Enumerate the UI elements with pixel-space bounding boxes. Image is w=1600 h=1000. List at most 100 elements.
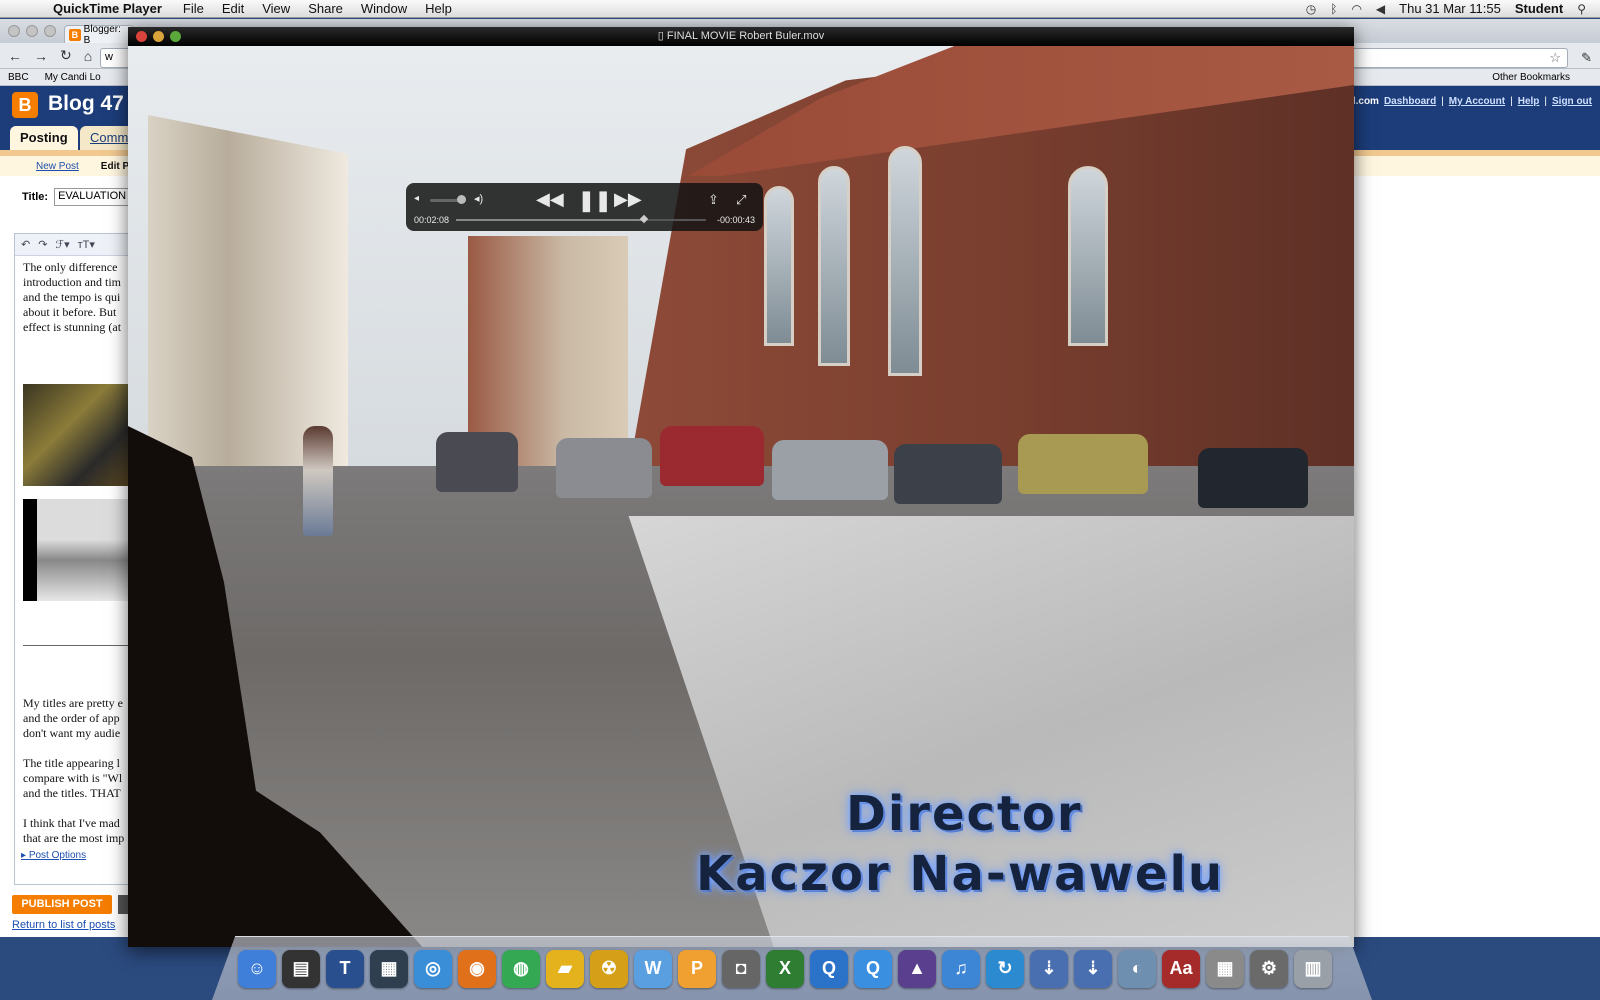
- dashboard-link[interactable]: Dashboard: [1384, 96, 1436, 107]
- help-link[interactable]: Help: [1518, 96, 1540, 107]
- zoom-button[interactable]: [44, 25, 56, 37]
- wrench-icon[interactable]: ✎: [1581, 50, 1592, 66]
- dock-system-prefs-icon[interactable]: ⚙: [1250, 949, 1288, 988]
- volume-knob[interactable]: [456, 195, 466, 204]
- post-options-label: Post Options: [28, 850, 87, 861]
- minimize-button[interactable]: [153, 31, 164, 42]
- close-button[interactable]: [136, 31, 147, 42]
- reload-icon[interactable]: ↻: [60, 47, 72, 64]
- editor-paragraph-1[interactable]: The only difference introduction and tim…: [15, 256, 133, 339]
- dock-w-app-icon[interactable]: W: [634, 949, 672, 988]
- dock-trash-icon[interactable]: ▥: [1294, 949, 1332, 988]
- dock-chrome-icon[interactable]: ◍: [502, 949, 540, 988]
- post-title-input[interactable]: EVALUATION: [54, 188, 135, 206]
- volume-low-icon[interactable]: ◂: [414, 193, 419, 204]
- zoom-button[interactable]: [170, 31, 181, 42]
- embedded-image-1[interactable]: [23, 384, 135, 486]
- separator: |: [1544, 96, 1547, 107]
- dock: ☺ ▤ T ▦ ◎ ◉ ◍ ▰ ☢ W P ◘ X Q Q ▲ ♫ ↻ ⇣ ⇣ ◐ Aa ▦ ⚙ ▥: [212, 936, 1372, 1000]
- blogger-logo-icon[interactable]: B: [12, 92, 38, 118]
- dock-firefox-icon[interactable]: ◉: [458, 949, 496, 988]
- bookmark-bbc[interactable]: BBC: [8, 72, 29, 83]
- dock-quicktime-x-app-icon[interactable]: Q: [854, 949, 892, 988]
- text-line: that are the most imp: [23, 831, 125, 845]
- font-icon[interactable]: ℱ▾: [55, 238, 69, 251]
- menu-help[interactable]: Help: [416, 1, 461, 16]
- dock-film-app-icon[interactable]: ▦: [370, 949, 408, 988]
- new-post-link[interactable]: New Post: [36, 161, 79, 172]
- menu-share[interactable]: Share: [299, 1, 352, 16]
- tab-posting[interactable]: Posting: [10, 126, 78, 150]
- clock[interactable]: Thu 31 Mar 11:55: [1399, 1, 1501, 16]
- volume-icon[interactable]: ◀: [1376, 2, 1385, 16]
- dock-x-app-icon[interactable]: X: [766, 949, 804, 988]
- dock-text-app-icon[interactable]: T: [326, 949, 364, 988]
- back-icon[interactable]: ←: [8, 48, 22, 64]
- share-icon[interactable]: ⇪: [708, 192, 719, 208]
- time-machine-icon[interactable]: ◷: [1306, 2, 1316, 16]
- sign-out-link[interactable]: Sign out: [1552, 96, 1592, 107]
- home-icon[interactable]: ⌂: [84, 48, 92, 64]
- tab-blogger[interactable]: B Blogger: B: [64, 24, 134, 46]
- menu-edit[interactable]: Edit: [213, 1, 253, 16]
- dock-quicktime-app-icon[interactable]: Q: [810, 949, 848, 988]
- menu-file[interactable]: File: [174, 1, 213, 16]
- volume-high-icon[interactable]: ◂): [474, 192, 483, 205]
- text-line: introduction and tim: [23, 275, 121, 289]
- embedded-image-2[interactable]: [23, 499, 135, 601]
- dock-preview-icon[interactable]: ◐: [1118, 949, 1156, 988]
- dock-dictionary-icon[interactable]: Aa: [1162, 949, 1200, 988]
- bookmark-candi[interactable]: My Candi Lo: [45, 72, 101, 83]
- dock-documents-icon[interactable]: ⇣: [1074, 949, 1112, 988]
- quicktime-titlebar[interactable]: ▯ FINAL MOVIE Robert Buler.mov: [128, 27, 1354, 46]
- editor-paragraph-2[interactable]: My titles are pretty e and the order of …: [15, 692, 132, 850]
- dock-downloads-icon[interactable]: ⇣: [1030, 949, 1068, 988]
- publish-post-button[interactable]: PUBLISH POST: [12, 895, 112, 914]
- dock-finder-icon[interactable]: ☺: [238, 949, 276, 988]
- post-options-link[interactable]: ▸ Post Options: [21, 850, 86, 861]
- rewind-icon[interactable]: ◀◀: [536, 189, 564, 210]
- fast-forward-icon[interactable]: ▶▶: [614, 189, 642, 210]
- app-menu[interactable]: QuickTime Player: [44, 1, 174, 16]
- dock-ticket-app-icon[interactable]: ▰: [546, 949, 584, 988]
- dock-itunes-icon[interactable]: ♫: [942, 949, 980, 988]
- my-account-link[interactable]: My Account: [1449, 96, 1505, 107]
- dock-clapper-icon[interactable]: ▤: [282, 949, 320, 988]
- menu-window[interactable]: Window: [352, 1, 416, 16]
- pause-icon[interactable]: ❚❚: [578, 188, 612, 213]
- dock-camera-app-icon[interactable]: ◘: [722, 949, 760, 988]
- font-size-icon[interactable]: тT▾: [78, 238, 95, 251]
- star-icon[interactable]: ☆: [1549, 50, 1561, 66]
- other-bookmarks[interactable]: Other Bookmarks: [1492, 72, 1570, 83]
- edit-posts-link[interactable]: Edit P: [101, 161, 129, 172]
- video-church-window: [1068, 166, 1108, 346]
- bluetooth-icon[interactable]: ᛒ: [1330, 2, 1337, 16]
- wifi-icon[interactable]: ◠: [1351, 2, 1361, 16]
- menu-view[interactable]: View: [253, 1, 299, 16]
- minimize-button[interactable]: [26, 25, 38, 37]
- video-frame[interactable]: Director Kaczor Na-wawelu ◂ ◂) ◀◀ ❚❚ ▶▶ …: [128, 46, 1354, 947]
- user-name[interactable]: Student: [1515, 1, 1563, 16]
- playback-controller[interactable]: ◂ ◂) ◀◀ ❚❚ ▶▶ ⇪ ⤢ 00:02:08 -00:00:43: [406, 183, 763, 231]
- video-church-window: [888, 146, 922, 376]
- blog-title[interactable]: Blog 47: [48, 92, 124, 116]
- dock-sync-app-icon[interactable]: ↻: [986, 949, 1024, 988]
- undo-icon[interactable]: ↶: [21, 238, 30, 251]
- dock-hat-app-icon[interactable]: ▲: [898, 949, 936, 988]
- dock-calculator-icon[interactable]: ▦: [1206, 949, 1244, 988]
- return-to-posts-link[interactable]: Return to list of posts: [12, 919, 115, 931]
- redo-icon[interactable]: ↷: [38, 238, 47, 251]
- dock-burn-app-icon[interactable]: ☢: [590, 949, 628, 988]
- fullscreen-icon[interactable]: ⤢: [736, 192, 746, 208]
- playhead[interactable]: [639, 214, 648, 224]
- text-line: effect is stunning (at: [23, 320, 122, 334]
- post-editor[interactable]: ↶ ↷ ℱ▾ тT▾ The only difference introduct…: [14, 233, 135, 885]
- forward-icon[interactable]: →: [34, 48, 48, 64]
- spotlight-icon[interactable]: ⚲: [1577, 2, 1586, 16]
- dock-p-app-icon[interactable]: P: [678, 949, 716, 988]
- window-controls: [8, 25, 56, 37]
- scrubber-bar[interactable]: [456, 214, 706, 224]
- separator: |: [1510, 96, 1513, 107]
- close-button[interactable]: [8, 25, 20, 37]
- dock-safari-icon[interactable]: ◎: [414, 949, 452, 988]
